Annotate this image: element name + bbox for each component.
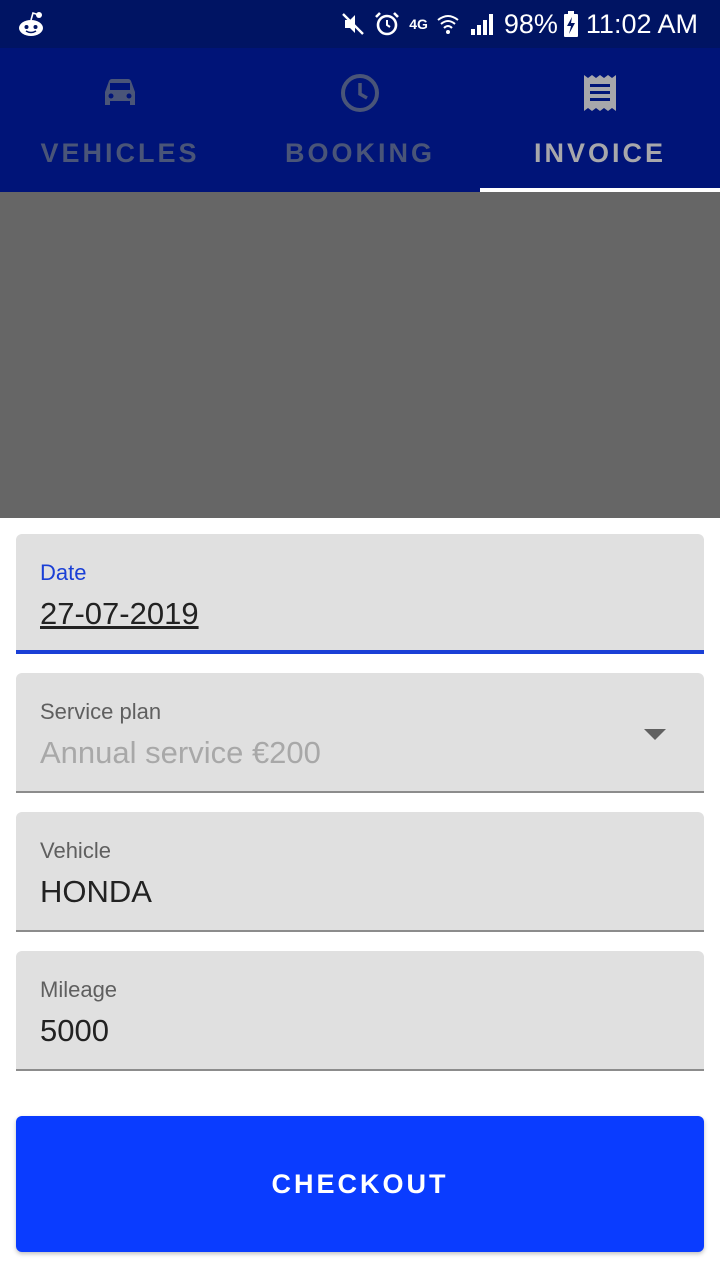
mute-icon bbox=[339, 10, 367, 38]
tab-invoice[interactable]: INVOICE bbox=[480, 48, 720, 192]
mileage-value[interactable]: 5000 bbox=[40, 1013, 109, 1049]
status-icons: 4G 98% 11:02 AM bbox=[333, 0, 698, 48]
wifi-icon bbox=[434, 10, 462, 38]
checkout-button[interactable]: CHECKOUT bbox=[16, 1116, 704, 1252]
clock-icon bbox=[341, 74, 379, 112]
tab-label: BOOKING bbox=[284, 138, 435, 168]
map-placeholder bbox=[0, 192, 720, 518]
service-plan-label: Service plan bbox=[40, 699, 162, 724]
tab-label: VEHICLES bbox=[40, 138, 200, 168]
reddit-icon bbox=[19, 11, 43, 36]
tab-booking[interactable]: BOOKING bbox=[240, 48, 480, 192]
vehicle-label: Vehicle bbox=[40, 838, 111, 863]
vehicle-field[interactable]: Vehicle HONDA bbox=[16, 812, 704, 932]
date-field[interactable]: Date 27-07-2019 bbox=[16, 534, 704, 654]
service-plan-select[interactable]: Service plan Annual service €200 bbox=[16, 673, 704, 793]
battery-charging-icon bbox=[563, 11, 578, 37]
alarm-icon bbox=[373, 10, 401, 38]
receipt-icon bbox=[584, 75, 616, 111]
date-label: Date bbox=[40, 560, 87, 585]
tab-label: INVOICE bbox=[533, 138, 667, 168]
date-value[interactable]: 27-07-2019 bbox=[40, 596, 199, 632]
service-plan-value[interactable]: Annual service €200 bbox=[40, 735, 321, 771]
dropdown-arrow-icon[interactable] bbox=[644, 729, 666, 740]
network-type: 4G bbox=[409, 16, 428, 32]
tab-vehicles[interactable]: VEHICLES bbox=[0, 48, 240, 192]
tab-bar: VEHICLES BOOKING INVOICE bbox=[0, 48, 720, 192]
mileage-label: Mileage bbox=[40, 977, 118, 1002]
car-icon bbox=[105, 79, 135, 105]
signal-icon bbox=[468, 10, 496, 38]
status-bar: 4G 98% 11:02 AM bbox=[0, 0, 720, 48]
clock-time: 11:02 AM bbox=[585, 8, 698, 39]
vehicle-value[interactable]: HONDA bbox=[40, 874, 152, 910]
mileage-field[interactable]: Mileage 5000 bbox=[16, 951, 704, 1071]
battery-percent: 98% bbox=[503, 8, 558, 39]
